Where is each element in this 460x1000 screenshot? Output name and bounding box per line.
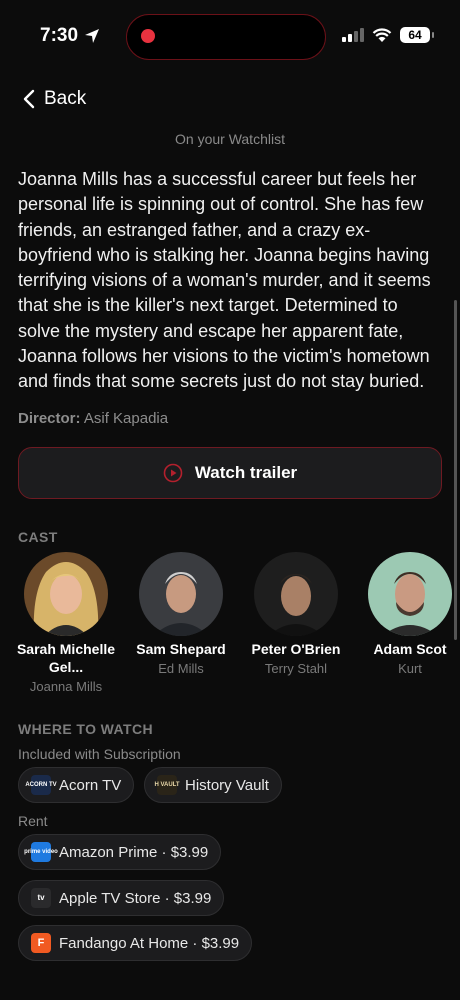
cellular-signal-icon: [342, 28, 364, 42]
recording-indicator-icon: [141, 29, 155, 43]
service-name: History Vault: [185, 776, 269, 794]
play-circle-icon: [163, 463, 183, 483]
cast-photo: [368, 552, 452, 636]
cast-member[interactable]: Peter O'Brien Terry Stahl: [236, 552, 356, 677]
subscription-label: Included with Subscription: [18, 746, 181, 762]
cast-member[interactable]: Adam Scot Kurt: [350, 552, 460, 677]
prime-video-logo-icon: prime video: [24, 842, 58, 862]
service-history-vault[interactable]: H VAULT History Vault: [144, 767, 282, 803]
service-fandango-at-home[interactable]: F Fandango At Home · $3.99: [18, 925, 253, 961]
cast-role: Ed Mills: [158, 661, 204, 676]
watch-trailer-button[interactable]: Watch trailer: [18, 447, 442, 499]
battery-level: 64: [408, 28, 422, 42]
scrollbar[interactable]: [454, 300, 457, 640]
dynamic-island: [126, 14, 326, 60]
service-acorn-tv[interactable]: ACORN TV Acorn TV: [18, 767, 135, 803]
watch-trailer-label: Watch trailer: [194, 463, 298, 482]
service-name: Apple TV Store · $3.99: [59, 889, 212, 907]
acorn-tv-logo-icon: ACORN TV: [25, 775, 57, 795]
location-arrow-icon: [85, 29, 100, 43]
cast-role: Kurt: [398, 661, 422, 676]
director-label: Director:: [18, 410, 81, 427]
cast-photo: [24, 552, 108, 636]
history-vault-logo-icon: H VAULT: [154, 775, 180, 795]
cast-member[interactable]: Sarah Michelle Gel... Joanna Mills: [6, 552, 126, 695]
wifi-icon: [372, 27, 392, 42]
cast-role: Joanna Mills: [29, 679, 103, 694]
battery-icon: 64: [400, 27, 434, 43]
back-label: Back: [44, 88, 87, 109]
cast-name: Peter O'Brien: [251, 641, 341, 657]
rent-label: Rent: [18, 813, 48, 829]
cast-role: Terry Stahl: [264, 661, 328, 676]
movie-description: Joanna Mills has a successful career but…: [18, 169, 431, 392]
cast-photo: [254, 552, 338, 636]
service-amazon-prime[interactable]: prime video Amazon Prime · $3.99: [18, 834, 222, 870]
cast-photo: [139, 552, 223, 636]
apple-tv-logo-icon: tv: [31, 888, 51, 908]
service-apple-tv-store[interactable]: tv Apple TV Store · $3.99: [18, 880, 225, 916]
status-bar: 7:30 64: [0, 0, 460, 74]
time-text: 7:30: [40, 25, 79, 46]
cast-name: Sam Shepard: [136, 641, 226, 657]
cast-heading: CAST: [18, 529, 58, 545]
back-button[interactable]: Back: [22, 88, 86, 110]
cast-name: Sarah Michelle Gel...: [16, 641, 116, 675]
director-line: Director: Asif Kapadia: [18, 410, 168, 427]
cast-name: Adam Scot: [373, 641, 447, 657]
cast-list[interactable]: Sarah Michelle Gel... Joanna Mills Sam S…: [0, 552, 460, 702]
fandango-logo-icon: F: [31, 933, 51, 953]
status-time: 7:30: [40, 25, 100, 47]
cast-member[interactable]: Sam Shepard Ed Mills: [121, 552, 241, 677]
service-name: Acorn TV: [59, 776, 122, 794]
service-name: Amazon Prime · $3.99: [59, 843, 209, 861]
watchlist-status: On your Watchlist: [175, 131, 285, 147]
status-indicators: 64: [342, 27, 434, 43]
chevron-left-icon: [23, 89, 35, 109]
service-name: Fandango At Home · $3.99: [59, 934, 240, 952]
where-to-watch-heading: WHERE TO WATCH: [18, 721, 153, 737]
director-name: Asif Kapadia: [83, 410, 169, 427]
